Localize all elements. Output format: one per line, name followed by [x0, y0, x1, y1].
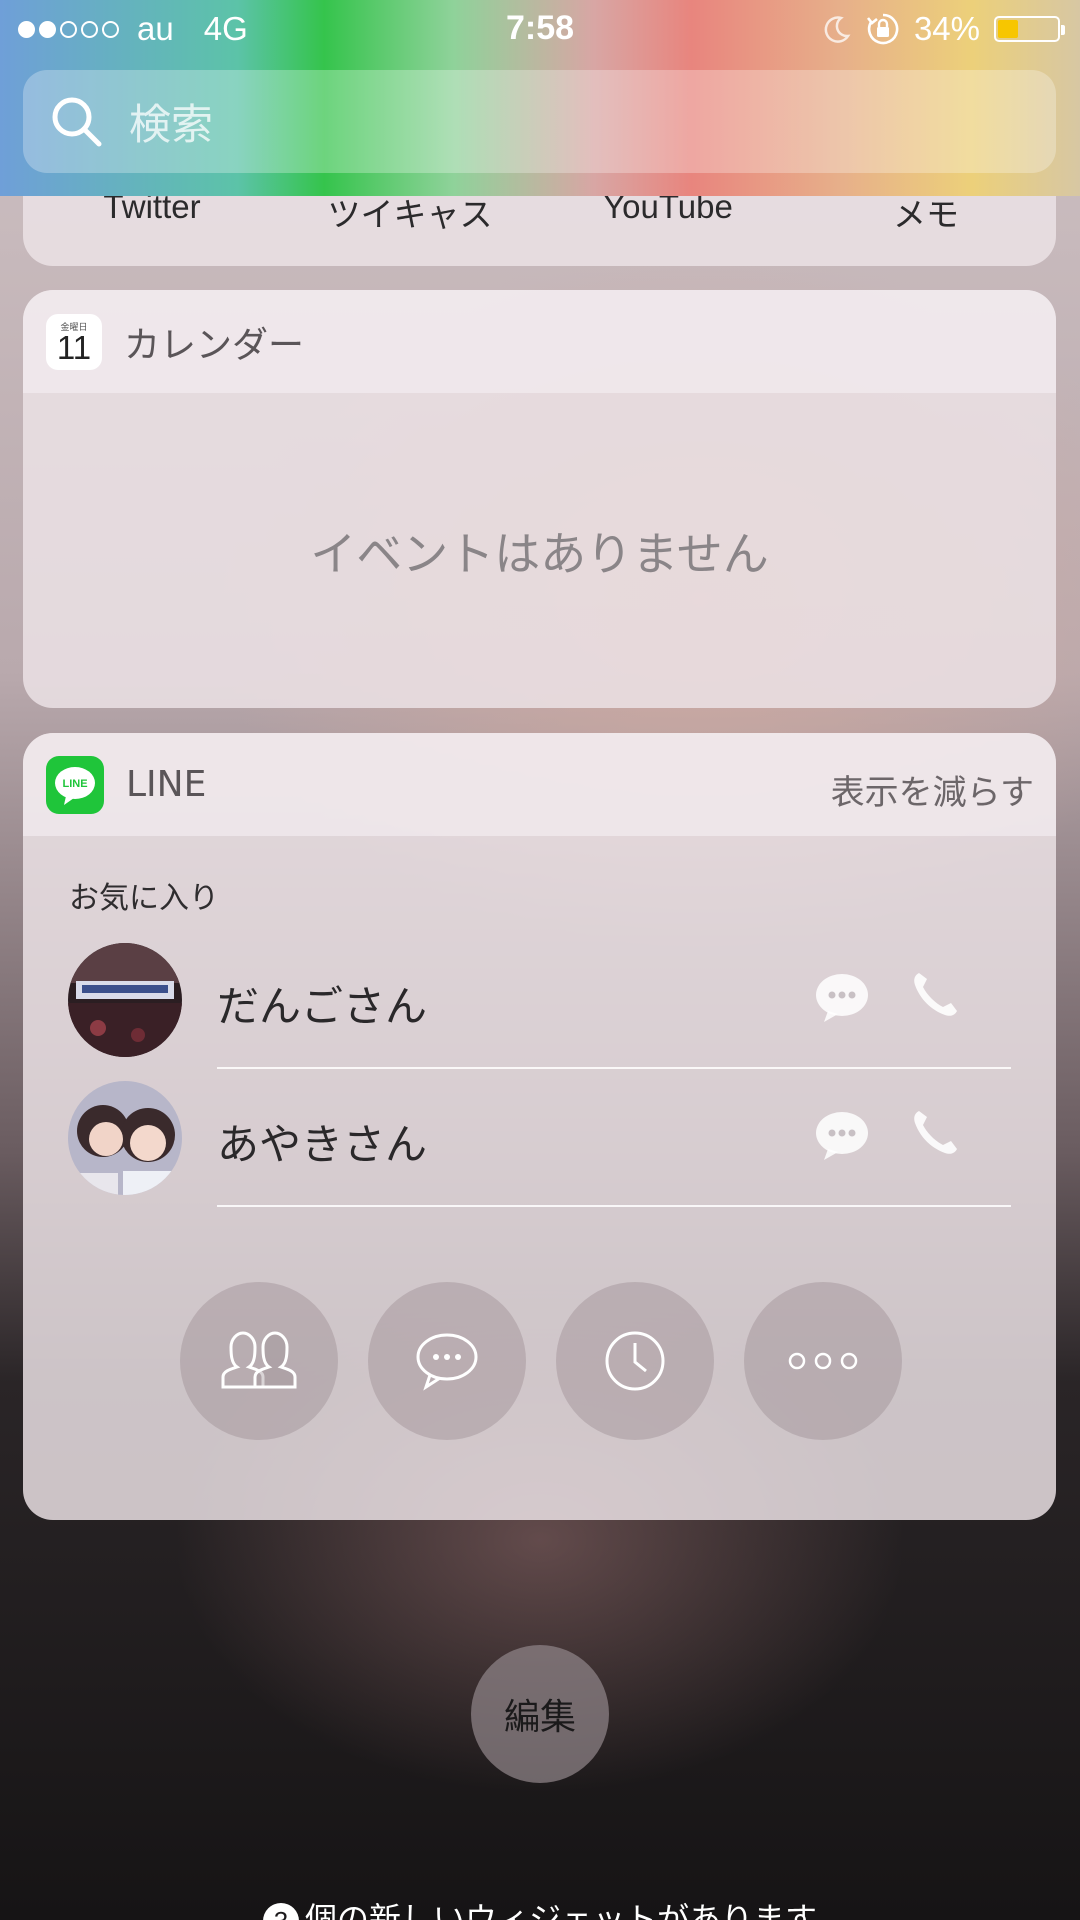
- search-placeholder: 検索: [129, 100, 214, 149]
- calendar-empty-message: イベントはありません: [310, 526, 769, 581]
- search-icon: [52, 97, 102, 146]
- top-header: au 4G 7:58 34% 検索: [0, 0, 1080, 196]
- contact-name: あやきさん: [217, 1120, 428, 1169]
- phone-icon[interactable]: [907, 967, 963, 1023]
- chat-bubble-icon[interactable]: [814, 973, 870, 1023]
- chats-button[interactable]: [368, 1282, 526, 1440]
- clock-icon: [605, 1331, 665, 1391]
- line-icon-text: LINE: [62, 778, 87, 790]
- rotation-lock-icon: [866, 13, 899, 45]
- line-app-icon: LINE: [46, 755, 104, 814]
- battery-icon: [994, 16, 1065, 42]
- history-button[interactable]: [556, 1282, 714, 1440]
- line-header[interactable]: LINE LINE 表示を減らす: [23, 733, 1056, 836]
- moon-icon: [824, 16, 851, 43]
- friends-button[interactable]: [180, 1282, 338, 1440]
- calendar-icon-day-number: 11: [56, 328, 92, 366]
- edit-button[interactable]: 編集: [471, 1645, 609, 1783]
- chat-bubble-icon[interactable]: [814, 1111, 870, 1161]
- favorites-label: お気に入り: [69, 881, 219, 916]
- new-widgets-text: 個の新しいウィジェットがあります: [304, 1900, 817, 1920]
- contact-row[interactable]: だんごさん: [23, 931, 1056, 1069]
- battery-percent: 34%: [913, 10, 980, 47]
- row-divider: [217, 1205, 1011, 1207]
- more-icon: [788, 1352, 858, 1370]
- contact-row[interactable]: あやきさん: [23, 1069, 1056, 1207]
- calendar-title: カレンダー: [124, 324, 305, 366]
- phone-icon[interactable]: [907, 1105, 963, 1161]
- search-bar[interactable]: 検索: [23, 70, 1056, 173]
- line-title: LINE: [126, 764, 207, 805]
- contact-name: だんごさん: [217, 982, 428, 1031]
- avatar: [68, 943, 182, 1057]
- show-less-button[interactable]: 表示を減らす: [831, 765, 1034, 814]
- chat-icon: [416, 1333, 478, 1391]
- new-widgets-note[interactable]: 3 個の新しいウィジェットがあります: [0, 1894, 1080, 1920]
- calendar-app-icon: 金曜日 11: [46, 313, 102, 370]
- new-widgets-count: 3: [262, 1903, 299, 1920]
- calendar-header[interactable]: 金曜日 11 カレンダー: [23, 290, 1056, 393]
- friends-icon: [221, 1331, 297, 1389]
- status-bar: au 4G 7:58 34%: [0, 0, 1080, 58]
- more-button[interactable]: [744, 1282, 902, 1440]
- calendar-widget: 金曜日 11 カレンダー イベントはありません: [23, 290, 1056, 708]
- avatar: [68, 1081, 182, 1195]
- line-widget: LINE LINE 表示を減らす お気に入り だんごさん あやきさん: [23, 733, 1056, 1520]
